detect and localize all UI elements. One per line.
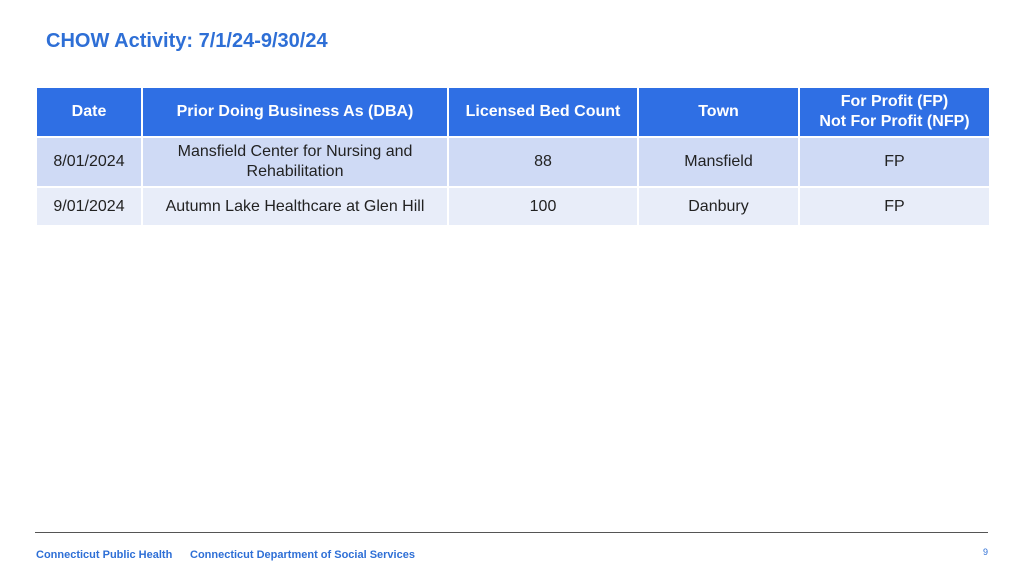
header-town: Town xyxy=(637,86,800,138)
chow-activity-table: Date Prior Doing Business As (DBA) Licen… xyxy=(35,86,991,227)
table-row: 9/01/2024 Autumn Lake Healthcare at Glen… xyxy=(35,186,991,227)
cell-town: Danbury xyxy=(637,186,800,227)
header-profit-status: For Profit (FP) Not For Profit (NFP) xyxy=(798,86,991,138)
header-bed-count: Licensed Bed Count xyxy=(447,86,639,138)
header-dba: Prior Doing Business As (DBA) xyxy=(141,86,449,138)
cell-date: 9/01/2024 xyxy=(35,186,143,227)
page-number: 9 xyxy=(982,547,988,557)
cell-dba: Mansfield Center for Nursing and Rehabil… xyxy=(141,136,449,188)
footer-divider xyxy=(35,532,988,533)
header-date: Date xyxy=(35,86,143,138)
header-profit-line2: Not For Profit (NFP) xyxy=(819,113,970,130)
cell-dba: Autumn Lake Healthcare at Glen Hill xyxy=(141,186,449,227)
cell-bed-count: 88 xyxy=(447,136,639,188)
cell-profit-status: FP xyxy=(798,136,991,188)
header-profit-line1: For Profit (FP) xyxy=(840,93,949,110)
cell-town: Mansfield xyxy=(637,136,800,188)
table-header-row: Date Prior Doing Business As (DBA) Licen… xyxy=(35,86,991,138)
cell-date: 8/01/2024 xyxy=(35,136,143,188)
cell-profit-status: FP xyxy=(798,186,991,227)
footer-org-public-health: Connecticut Public Health xyxy=(36,549,173,561)
table-row: 8/01/2024 Mansfield Center for Nursing a… xyxy=(35,136,991,188)
footer-org-social-services: Connecticut Department of Social Service… xyxy=(190,549,415,561)
page-title: CHOW Activity: 7/1/24-9/30/24 xyxy=(46,30,328,52)
cell-bed-count: 100 xyxy=(447,186,639,227)
